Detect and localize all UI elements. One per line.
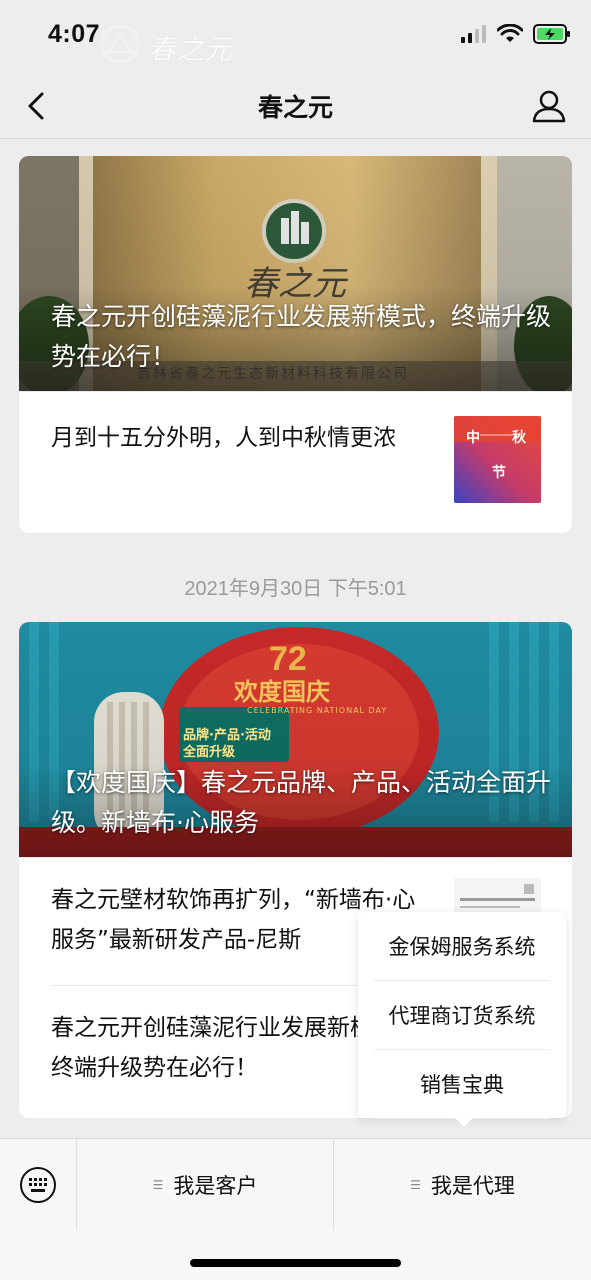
hero-badge-subtext: CELEBRATING NATIONAL DAY xyxy=(247,706,388,715)
menu-lines-icon: ☰ xyxy=(410,1178,421,1192)
wifi-icon xyxy=(497,24,523,42)
nav-bar: 春之元 xyxy=(0,72,591,139)
thumbnail-char-2: 秋 xyxy=(512,430,526,446)
message-timestamp: 2021年9月30日 下午5:01 xyxy=(184,578,407,600)
article-card: 春之元 吉林省春之元生态新材料科技有限公司 春之元开创硅藻泥行业发展新模式，终端… xyxy=(19,156,572,533)
menu-button-label: 我是客户 xyxy=(173,1174,258,1198)
home-indicator-area xyxy=(0,1230,591,1280)
article-hero[interactable]: 72 欢度国庆 CELEBRATING NATIONAL DAY 品牌·产品·活… xyxy=(19,622,572,857)
menu-lines-icon: ☰ xyxy=(152,1178,164,1192)
status-time: 4:07 xyxy=(48,20,101,48)
article-hero[interactable]: 春之元 吉林省春之元生态新材料科技有限公司 春之元开创硅藻泥行业发展新模式，终端… xyxy=(19,156,572,391)
list-item[interactable]: 月到十五分外明，人到中秋情更浓 中 秋 节 xyxy=(19,391,572,533)
submenu-popup: 金保姆服务系统 代理商订货系统 销售宝典 xyxy=(358,912,566,1127)
submenu-item-agent-ordering[interactable]: 代理商订货系统 xyxy=(374,981,550,1050)
keyboard-toggle-button[interactable] xyxy=(0,1139,77,1231)
logo-watermark-icon xyxy=(101,25,139,63)
submenu-item-sales-guide[interactable]: 销售宝典 xyxy=(374,1050,550,1119)
menu-button-customer[interactable]: ☰ 我是客户 xyxy=(77,1139,334,1231)
page-title: 春之元 xyxy=(257,93,333,122)
person-icon[interactable] xyxy=(529,86,569,126)
popup-arrow xyxy=(455,1118,473,1127)
list-item-thumbnail: 中 秋 节 xyxy=(454,416,541,503)
signal-icon xyxy=(461,25,486,43)
bottom-menu: ☰ 我是客户 ☰ 我是代理 xyxy=(0,1138,591,1231)
status-bar: 4:07 春之元 xyxy=(0,0,591,72)
logo-watermark-text: 春之元 xyxy=(148,33,233,66)
home-indicator[interactable] xyxy=(190,1259,401,1267)
keyboard-icon xyxy=(20,1167,56,1203)
thumbnail-char-3: 节 xyxy=(492,465,506,481)
hero-panel-text: 品牌·产品·活动 全面升级 xyxy=(183,728,271,760)
submenu-item-nanny-service[interactable]: 金保姆服务系统 xyxy=(374,912,550,981)
thumbnail-char-1: 中 xyxy=(466,430,480,446)
article-hero-title: 【欢度国庆】春之元品牌、产品、活动全面升级。新墙布·心服务 xyxy=(51,768,552,837)
hero-badge-text: 欢度国庆 xyxy=(234,678,330,706)
status-icons xyxy=(461,24,571,44)
menu-button-agent[interactable]: ☰ 我是代理 xyxy=(334,1139,591,1231)
menu-button-label: 我是代理 xyxy=(430,1174,515,1198)
list-item-title: 月到十五分外明，人到中秋情更浓 xyxy=(51,425,396,451)
article-hero-title: 春之元开创硅藻泥行业发展新模式，终端升级势在必行！ xyxy=(51,302,552,371)
battery-charging-icon xyxy=(533,24,570,44)
